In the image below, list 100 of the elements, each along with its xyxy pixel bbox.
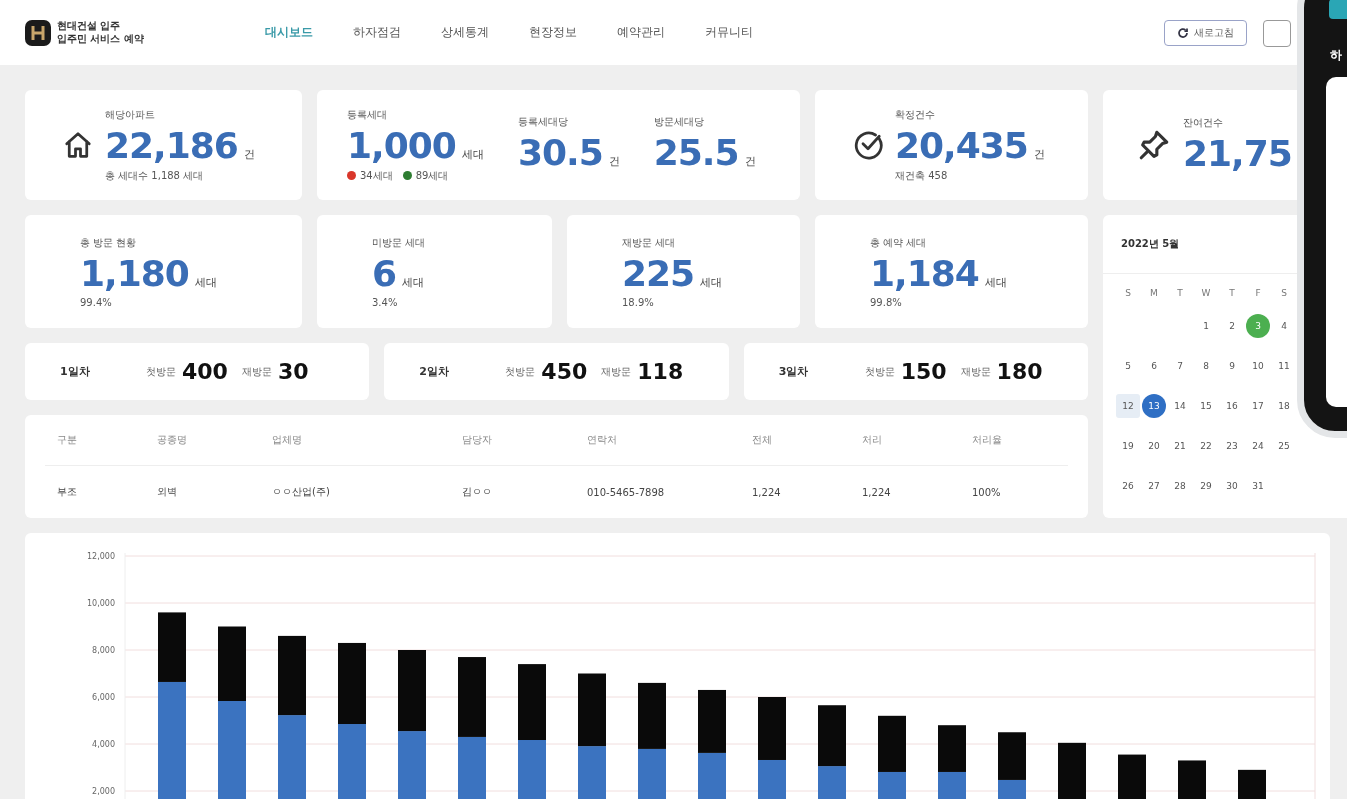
calendar-day[interactable]: 19 bbox=[1116, 434, 1140, 458]
column-header: 처리 bbox=[862, 433, 883, 447]
stat-label: 총 방문 현황 bbox=[80, 235, 138, 250]
calendar-day[interactable]: 28 bbox=[1168, 474, 1192, 498]
logo-text: 입주민 서비스 예약 bbox=[57, 32, 144, 45]
calendar-day[interactable]: 27 bbox=[1142, 474, 1166, 498]
calendar-day[interactable]: 30 bbox=[1220, 474, 1244, 498]
header-button[interactable] bbox=[1263, 20, 1291, 47]
calendar-day[interactable]: 12 bbox=[1116, 394, 1140, 418]
nav-tab[interactable]: 하자점검 bbox=[353, 24, 401, 41]
stat-label: 재방문 세대 bbox=[622, 235, 677, 250]
stat-label: 잔여건수 bbox=[1183, 116, 1224, 130]
stat-unit: 건 bbox=[243, 146, 255, 162]
day-label: 2일차 bbox=[419, 364, 450, 379]
count-label: 첫방문 bbox=[864, 364, 895, 379]
calendar-day[interactable]: 24 bbox=[1246, 434, 1270, 458]
nav-tab[interactable]: 상세통계 bbox=[441, 24, 489, 41]
calendar-day[interactable]: 10 bbox=[1246, 354, 1270, 378]
calendar-day[interactable]: 2 bbox=[1220, 314, 1244, 338]
stat-unit: 세대 bbox=[700, 274, 723, 290]
pin-icon bbox=[1137, 128, 1171, 162]
calendar-day[interactable]: 13 bbox=[1142, 394, 1166, 418]
calendar-day[interactable]: 22 bbox=[1194, 434, 1218, 458]
calendar-day[interactable]: 7 bbox=[1168, 354, 1192, 378]
weekday-label: T bbox=[1229, 288, 1235, 298]
calendar-day[interactable]: 5 bbox=[1116, 354, 1140, 378]
column-header: 업체명 bbox=[272, 433, 303, 447]
calendar-day[interactable]: 9 bbox=[1220, 354, 1244, 378]
stat-label: 확정건수 bbox=[895, 107, 936, 122]
nav-tab[interactable]: 커뮤니티 bbox=[705, 24, 753, 41]
count-value: 30 bbox=[277, 359, 309, 384]
calendar-day[interactable]: 4 bbox=[1272, 314, 1296, 338]
weekday-label: T bbox=[1177, 288, 1183, 298]
badge-text: 34세대 bbox=[360, 168, 393, 183]
calendar-day[interactable]: 15 bbox=[1194, 394, 1218, 418]
weekday-label: M bbox=[1150, 288, 1158, 298]
bar-segment bbox=[1058, 742, 1086, 799]
percent-text: 3.4% bbox=[372, 296, 399, 308]
count-value: 450 bbox=[541, 359, 588, 384]
stat-value: 25.5 bbox=[653, 131, 739, 173]
weekday-label: S bbox=[1281, 288, 1287, 298]
phone-heading: 하 bbox=[1330, 47, 1342, 64]
stat-value: 6 bbox=[372, 252, 397, 294]
calendar-day[interactable]: 25 bbox=[1272, 434, 1296, 458]
logo-mark-icon bbox=[25, 19, 51, 46]
stat-value: 20,435 bbox=[895, 124, 1028, 166]
stat-unit: 건 bbox=[608, 153, 620, 169]
calendar-day[interactable]: 1 bbox=[1194, 314, 1218, 338]
column-header: 공종명 bbox=[157, 433, 188, 447]
calendar-day[interactable]: 14 bbox=[1168, 394, 1192, 418]
count-value: 150 bbox=[900, 359, 947, 384]
table-cell-text: ㅇㅇ산업(주) bbox=[272, 485, 331, 499]
calendar-day[interactable]: 6 bbox=[1142, 354, 1166, 378]
calendar-day[interactable]: 26 bbox=[1116, 474, 1140, 498]
day-label: 3일차 bbox=[778, 364, 810, 379]
day-label: 1일차 bbox=[60, 364, 91, 379]
calendar-day[interactable]: 31 bbox=[1246, 474, 1270, 498]
calendar-day[interactable]: 11 bbox=[1272, 354, 1296, 378]
home-icon bbox=[63, 130, 93, 160]
count-value: 180 bbox=[996, 359, 1043, 384]
axis-tick-label: 8,000 bbox=[92, 646, 115, 655]
count-label: 첫방문 bbox=[146, 364, 176, 379]
bar-segment bbox=[1238, 769, 1266, 799]
refresh-button[interactable]: 새로고침 bbox=[1164, 19, 1247, 46]
table-cell-text: 010-5465-7898 bbox=[587, 486, 666, 498]
nav-tab[interactable]: 현장정보 bbox=[529, 24, 577, 41]
column-header: 처리율 bbox=[972, 433, 1003, 447]
bar-segment bbox=[398, 731, 426, 799]
table-cell-text: 외벽 bbox=[157, 485, 178, 499]
weekday-label: W bbox=[1201, 288, 1211, 298]
calendar-day[interactable]: 29 bbox=[1194, 474, 1218, 498]
stat-value: 21,75 bbox=[1183, 133, 1292, 174]
calendar-day[interactable]: 17 bbox=[1246, 394, 1270, 418]
stat-value: 225 bbox=[622, 252, 695, 294]
bar-segment bbox=[698, 689, 726, 753]
calendar-day[interactable]: 18 bbox=[1272, 394, 1296, 418]
bar-segment bbox=[638, 682, 666, 749]
table-cell-text: 1,224 bbox=[752, 486, 782, 498]
nav-tab[interactable]: 예약관리 bbox=[617, 24, 665, 41]
calendar-day[interactable]: 16 bbox=[1220, 394, 1244, 418]
count-label: 재방문 bbox=[241, 364, 272, 379]
weekday-label: F bbox=[1255, 288, 1261, 298]
calendar-day[interactable]: 23 bbox=[1220, 434, 1244, 458]
stat-unit: 세대 bbox=[984, 274, 1007, 290]
stat-value: 30.5 bbox=[517, 131, 603, 173]
calendar-day[interactable]: 21 bbox=[1168, 434, 1192, 458]
calendar-day[interactable]: 8 bbox=[1194, 354, 1218, 378]
stat-unit: 세대 bbox=[461, 146, 484, 162]
count-value: 118 bbox=[637, 359, 684, 384]
stat-unit: 세대 bbox=[194, 274, 217, 290]
stat-unit: 세대 bbox=[402, 274, 425, 290]
stat-value: 22,186 bbox=[105, 124, 238, 166]
bar-segment bbox=[578, 746, 606, 799]
stat-label: 미방문 세대 bbox=[372, 235, 426, 250]
stat-unit: 건 bbox=[744, 153, 756, 169]
stat-label: 방문세대당 bbox=[653, 114, 705, 129]
calendar-day[interactable]: 20 bbox=[1142, 434, 1166, 458]
column-header: 연락처 bbox=[587, 433, 618, 447]
check-circle-icon bbox=[853, 130, 883, 160]
table-cell-text: 김ㅇㅇ bbox=[462, 485, 493, 499]
